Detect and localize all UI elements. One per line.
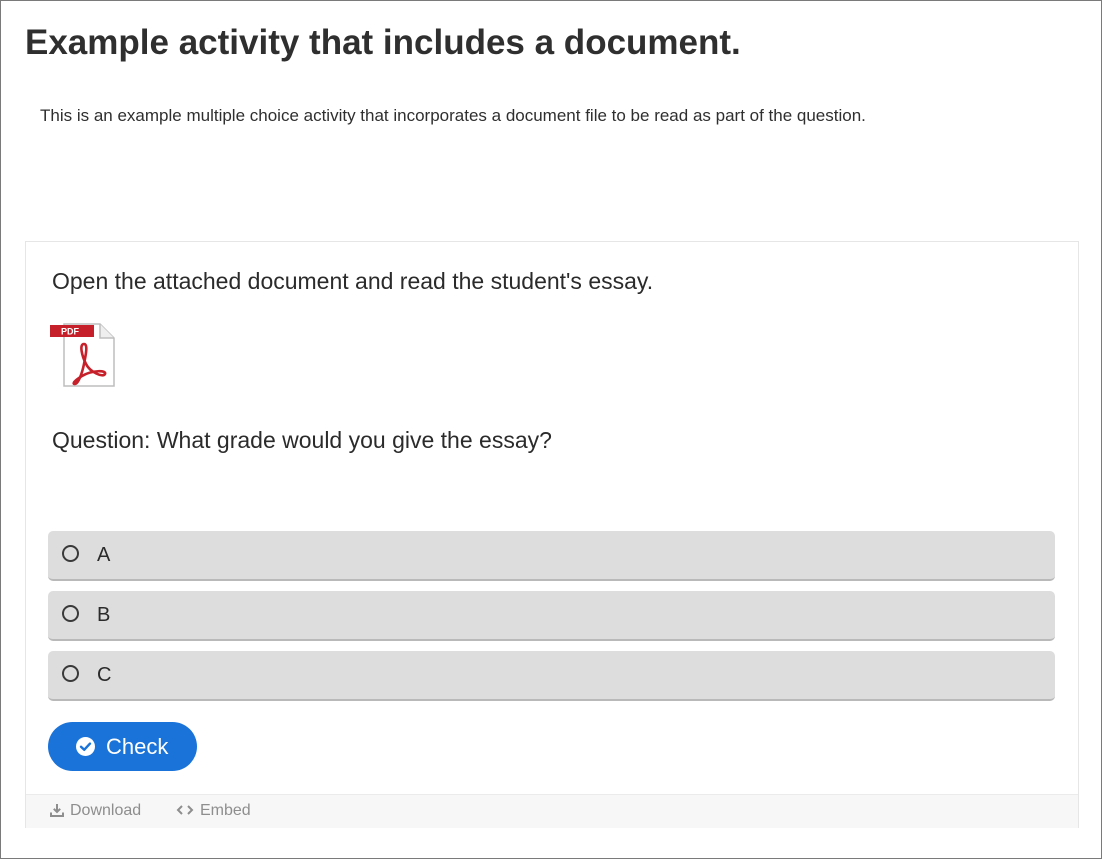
answer-option-b[interactable]: B (48, 591, 1055, 641)
page-intro: This is an example multiple choice activ… (40, 106, 866, 125)
question-text: Question: What grade would you give the … (52, 427, 552, 453)
answer-label: C (97, 664, 112, 686)
download-link[interactable]: Download (50, 802, 141, 820)
radio-button[interactable] (62, 605, 79, 622)
activity-card: Open the attached document and read the … (25, 241, 1079, 828)
answer-list: A B C (48, 531, 1055, 711)
embed-link[interactable]: Embed (176, 802, 251, 820)
download-icon (50, 804, 64, 817)
check-circle-icon (76, 737, 95, 756)
answer-option-c[interactable]: C (48, 651, 1055, 701)
activity-footer: Download Embed (26, 794, 1078, 828)
embed-label: Embed (200, 802, 251, 819)
radio-button[interactable] (62, 545, 79, 562)
radio-button[interactable] (62, 665, 79, 682)
code-icon (176, 805, 194, 815)
answer-label: B (97, 604, 111, 626)
page-title: Example activity that includes a documen… (25, 23, 741, 62)
activity-page: Example activity that includes a documen… (0, 0, 1102, 859)
activity-prompt: Open the attached document and read the … (52, 268, 654, 294)
pdf-file-icon[interactable]: PDF (48, 320, 118, 390)
pdf-badge: PDF (61, 327, 80, 337)
download-label: Download (70, 802, 142, 819)
answer-label: A (97, 544, 111, 566)
check-button-label: Check (106, 734, 169, 759)
answer-option-a[interactable]: A (48, 531, 1055, 581)
check-button[interactable]: Check (48, 722, 197, 771)
